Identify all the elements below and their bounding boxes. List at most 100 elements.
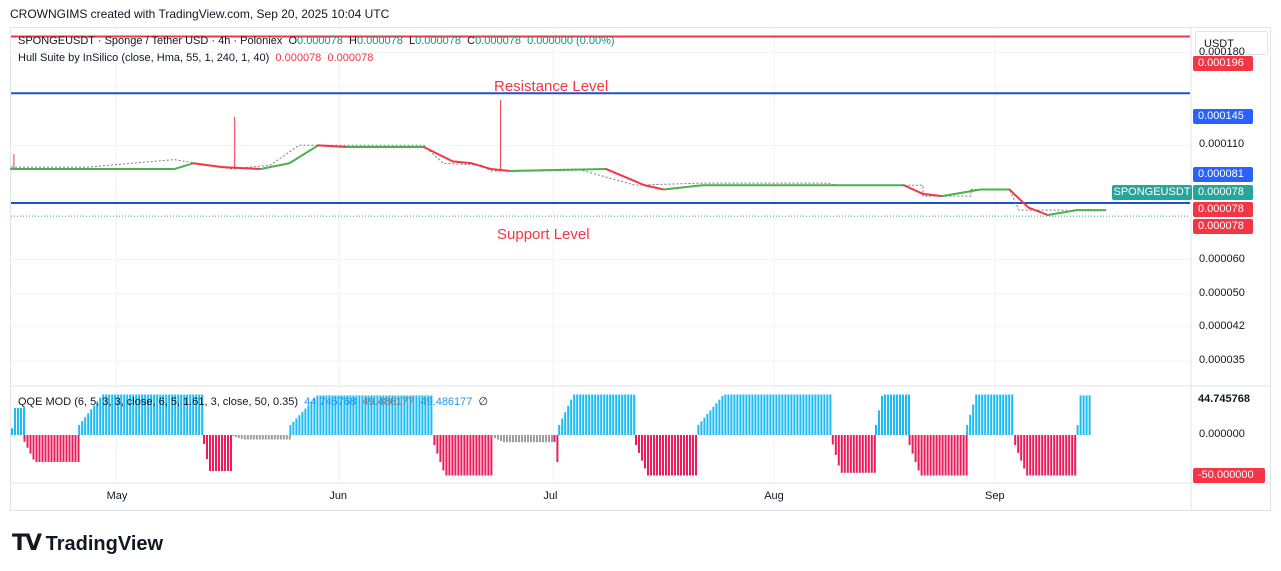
qqe-bar [884, 394, 886, 435]
qqe-value-3: 49.486177 [420, 396, 473, 408]
qqe-bar [893, 394, 895, 435]
qqe-bar [78, 424, 81, 435]
qqe-bar [1074, 435, 1077, 476]
qqe-bar [772, 394, 775, 435]
qqe-bar [1020, 435, 1023, 461]
qqe-bar [600, 394, 603, 435]
qqe-bar [74, 435, 77, 462]
qqe-bar [551, 435, 553, 443]
qqe-bar [766, 394, 769, 435]
symbol-legend: SPONGEUSDT · Sponge / Tether USD · 4h · … [18, 35, 615, 47]
qqe-bar [941, 435, 944, 476]
qqe-bar [881, 395, 883, 435]
close-value: 0.000078 [475, 35, 521, 47]
high-label: H [349, 35, 357, 47]
qqe-bar [1068, 435, 1071, 476]
qqe-bar [680, 435, 682, 476]
qqe-bar [71, 435, 74, 462]
qqe-bar [56, 435, 59, 462]
qqe-bar [26, 435, 29, 448]
price-line [11, 144, 1067, 211]
qqe-bar [695, 435, 697, 476]
resistance-label: Resistance Level [494, 78, 609, 95]
qqe-bar [530, 435, 532, 443]
qqe-bar [524, 435, 526, 443]
qqe-bar [215, 435, 217, 471]
qqe-bar [706, 414, 709, 435]
qqe-bar [451, 435, 454, 476]
qqe-bar [748, 394, 751, 435]
hull-segment [1008, 188, 1030, 209]
qqe-bar [858, 435, 861, 473]
qqe-bar [969, 414, 972, 436]
qqe-bar [23, 435, 26, 442]
qqe-bar [811, 394, 814, 435]
qqe-bar [823, 394, 826, 435]
hull-segment [662, 184, 704, 191]
qqe-bar [1002, 394, 1005, 435]
qqe-bar [831, 435, 834, 445]
qqe-bar [1079, 395, 1082, 435]
qqe-bar [279, 435, 282, 440]
qqe-bar [445, 435, 448, 476]
qqe-bar [1076, 425, 1079, 435]
qqe-bar [433, 435, 436, 446]
y-tick-label: 0.000180 [1199, 45, 1245, 58]
qqe-bar [751, 394, 754, 435]
qqe-bar [668, 435, 670, 476]
qqe-bar [285, 435, 288, 440]
qqe-bar [553, 435, 556, 442]
qqe-bar [677, 435, 679, 476]
qqe-bar [35, 435, 38, 462]
qqe-bar [460, 435, 463, 476]
qqe-bar [509, 435, 511, 443]
hull-segment [643, 184, 665, 191]
qqe-bar [249, 435, 252, 440]
qqe-bar [975, 394, 978, 435]
qqe-bar [282, 435, 285, 440]
qqe-bar [700, 421, 703, 435]
qqe-bar [295, 418, 298, 435]
qqe-bar [781, 394, 784, 435]
qqe-bar [1047, 435, 1050, 476]
qqe-bar [911, 435, 914, 454]
qqe-bar [875, 424, 877, 435]
qqe-bar [212, 435, 214, 471]
close-label: C [467, 35, 476, 47]
price-chart[interactable] [0, 0, 1281, 571]
qqe-bar [491, 435, 493, 437]
qqe-bar [802, 394, 805, 435]
qqe-bar [905, 394, 907, 435]
qqe-bar [763, 394, 766, 435]
qqe-bar [545, 435, 547, 443]
qqe-visibility-icon[interactable]: ∅ [479, 396, 489, 408]
hull-segment [259, 162, 291, 171]
qqe-bar [472, 435, 475, 476]
qqe-bar [591, 394, 594, 435]
qqe-bar [855, 435, 858, 473]
qqe-bar [17, 408, 19, 435]
qqe-bar [252, 435, 255, 440]
qqe-bar [1050, 435, 1053, 476]
price-badge: 0.000145 [1193, 109, 1253, 124]
qqe-bar [923, 435, 926, 476]
hull-segment [221, 166, 262, 171]
qqe-bar [674, 435, 676, 476]
qqe-bar [1065, 435, 1068, 476]
qqe-bar [653, 435, 655, 476]
qqe-lower-badge: -50.000000 [1193, 468, 1265, 483]
qqe-bar [718, 399, 721, 435]
qqe-bar [481, 435, 484, 476]
qqe-bar [837, 435, 840, 466]
qqe-bar [665, 435, 667, 476]
qqe-bar [787, 394, 790, 435]
qqe-bar [852, 435, 855, 473]
qqe-bar [638, 435, 640, 453]
qqe-bar [1032, 435, 1035, 476]
qqe-bar [561, 418, 564, 435]
qqe-bar [439, 435, 442, 462]
qqe-bar [77, 435, 80, 462]
qqe-bar [1035, 435, 1038, 476]
qqe-bar [846, 435, 849, 473]
tradingview-logo[interactable]: 𝗧𝗩 TradingView [12, 530, 163, 556]
